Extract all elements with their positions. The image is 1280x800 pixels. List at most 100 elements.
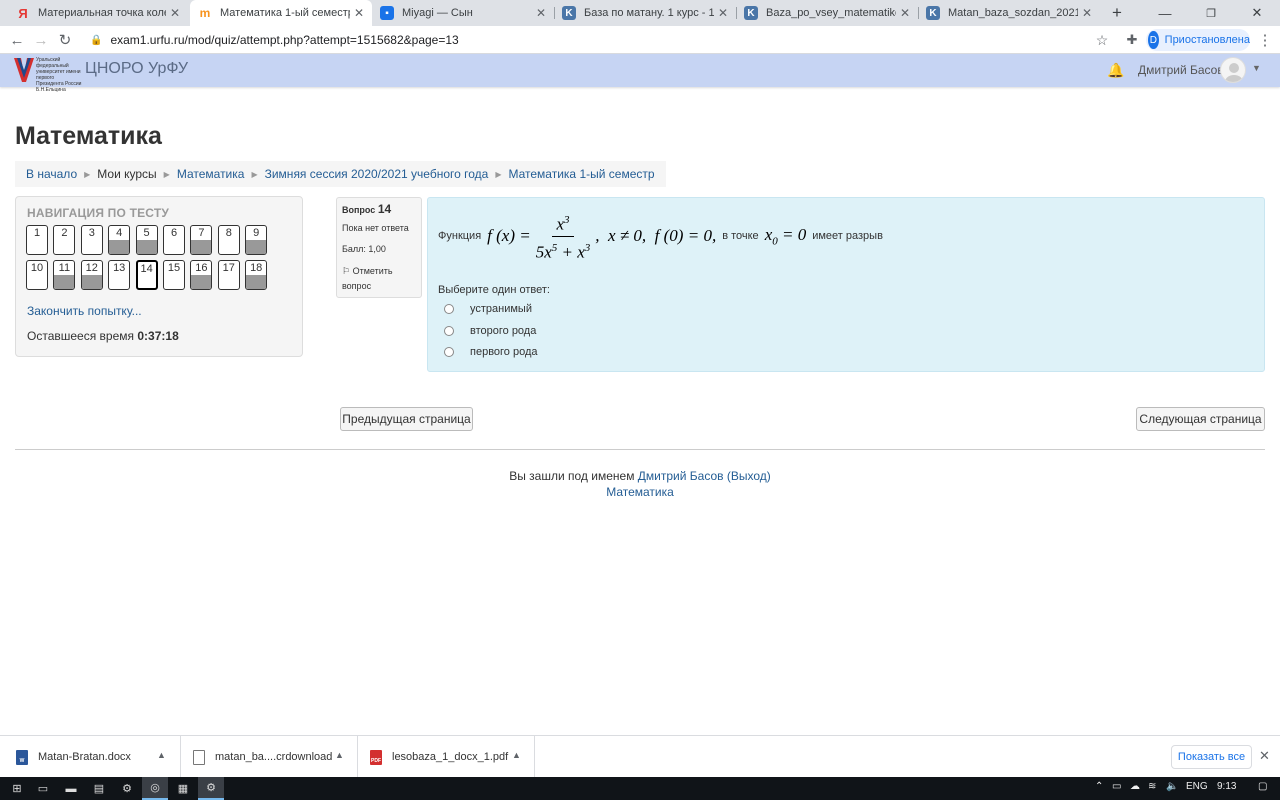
breadcrumb-quiz[interactable]: Математика 1-ый семестр	[508, 167, 654, 181]
question-nav-button[interactable]: 4	[108, 225, 131, 255]
close-icon[interactable]: ✕	[718, 6, 728, 20]
onedrive-icon[interactable]: ☁	[1130, 781, 1140, 792]
star-icon[interactable]: ☆	[1091, 30, 1113, 50]
breadcrumb-course[interactable]: Математика	[177, 167, 245, 181]
extensions-icon[interactable]: ✚	[1121, 30, 1143, 50]
browser-tab-active[interactable]: m Математика 1-ый семестр ✕	[190, 0, 372, 26]
minimize-icon[interactable]: —	[1142, 0, 1188, 26]
question-nav-button[interactable]: 17	[217, 260, 240, 290]
fraction-numerator: x3	[552, 209, 574, 237]
answer-option[interactable]: устранимый	[444, 303, 532, 315]
close-icon[interactable]: ✕	[900, 6, 910, 20]
browser-tab[interactable]: Я Материальная точка колеблется ✕	[8, 0, 188, 26]
question-nav-button[interactable]: 13	[108, 260, 131, 290]
display-icon[interactable]: ▭	[30, 777, 56, 800]
question-nav-button[interactable]: 7	[190, 225, 213, 255]
question-nav-number: 18	[250, 262, 263, 274]
question-nav-button[interactable]: 15	[163, 260, 185, 290]
close-icon[interactable]: ✕	[170, 6, 180, 20]
chevron-up-icon[interactable]: ▲	[335, 750, 344, 760]
chevron-up-icon[interactable]: ▲	[512, 750, 521, 760]
restore-icon[interactable]: ❐	[1188, 0, 1234, 26]
finish-attempt-link[interactable]: Закончить попытку...	[27, 304, 142, 318]
steam-icon[interactable]: ⚙	[114, 777, 140, 800]
footer-user-link[interactable]: Дмитрий Басов	[638, 469, 724, 483]
back-arrow-icon[interactable]: ←	[6, 30, 28, 50]
question-nav-button[interactable]: 18	[245, 260, 268, 290]
url-field[interactable]: 🔒 exam1.urfu.ru/mod/quiz/attempt.php?att…	[82, 28, 1116, 52]
previous-page-button[interactable]: Предыдущая страница	[340, 407, 473, 431]
answer-option[interactable]: второго рода	[444, 325, 536, 337]
chevron-up-icon[interactable]: ▲	[157, 750, 166, 760]
tab-title: Miyagi — Сын	[402, 7, 473, 19]
chevron-up-icon[interactable]: ⌃	[1095, 781, 1103, 792]
next-page-button[interactable]: Следующая страница	[1136, 407, 1265, 431]
answered-indicator	[136, 240, 157, 254]
question-nav-button[interactable]: 8	[217, 225, 240, 255]
chrome-icon[interactable]: ◎	[142, 777, 168, 800]
wifi-icon[interactable]: ≋	[1148, 781, 1156, 792]
steam-app-icon[interactable]: ⚙	[198, 777, 224, 800]
close-icon[interactable]: ✕	[1259, 748, 1270, 764]
question-nav-button[interactable]: 10	[26, 260, 48, 290]
answer-label[interactable]: второго рода	[470, 325, 536, 337]
document-icon[interactable]: ▦	[170, 777, 196, 800]
chevron-down-icon[interactable]: ▼	[1252, 63, 1261, 73]
question-nav-button[interactable]: 9	[245, 225, 268, 255]
close-icon[interactable]: ✕	[354, 6, 364, 20]
forward-arrow-icon[interactable]: →	[30, 30, 52, 50]
answer-option[interactable]: первого рода	[444, 346, 538, 358]
start-icon[interactable]: ⊞	[4, 777, 30, 800]
avatar[interactable]	[1220, 57, 1246, 83]
volume-icon[interactable]: 🔈	[1166, 781, 1178, 792]
close-icon[interactable]: ✕	[536, 6, 546, 20]
bell-icon[interactable]: 🔔	[1107, 62, 1124, 79]
browser-tab[interactable]: ▪ Miyagi — Сын ✕	[372, 0, 554, 26]
profile-button[interactable]: D Приостановлена	[1146, 29, 1250, 51]
close-icon[interactable]: ✕	[1082, 6, 1092, 20]
radio-button[interactable]	[444, 326, 454, 336]
question-nav-button[interactable]: 14	[135, 260, 158, 290]
question-nav-button[interactable]: 3	[80, 225, 103, 255]
download-item[interactable]: PDF lesobaza_1_docx_1.pdf	[370, 736, 508, 778]
question-nav-button[interactable]: 11	[53, 260, 76, 290]
browser-tab[interactable]: K Baza_po_vsey_matematike_1.doc ✕	[736, 0, 918, 26]
login-info-text: Вы зашли под именем	[509, 469, 635, 483]
menu-dots-icon[interactable]: ⋮	[1254, 30, 1276, 50]
download-item[interactable]: W Matan-Bratan.docx	[16, 736, 131, 778]
browser-tab[interactable]: K База по матану. 1 курс - 1 семе ✕	[554, 0, 736, 26]
show-all-downloads-button[interactable]: Показать все	[1171, 745, 1252, 769]
answer-label[interactable]: первого рода	[470, 346, 538, 358]
new-tab-button[interactable]: +	[1104, 0, 1130, 26]
notifications-icon[interactable]: ▢	[1258, 781, 1267, 792]
urfu-logo-icon[interactable]	[14, 56, 34, 84]
clock[interactable]: 9:13	[1217, 781, 1236, 792]
question-nav-button[interactable]: 6	[163, 225, 185, 255]
keyboard-language[interactable]: ENG	[1186, 781, 1208, 792]
breadcrumb-home[interactable]: В начало	[26, 167, 77, 181]
user-name[interactable]: Дмитрий Басов	[1138, 63, 1224, 77]
point-sub: 0	[772, 235, 778, 248]
download-item[interactable]: matan_ba....crdownload	[193, 736, 332, 778]
breadcrumb-session[interactable]: Зимняя сессия 2020/2021 учебного года	[265, 167, 489, 181]
radio-button[interactable]	[444, 304, 454, 314]
question-nav-button[interactable]: 1	[26, 225, 48, 255]
site-name[interactable]: ЦНОРО УрФУ	[85, 60, 188, 78]
download-filename: matan_ba....crdownload	[215, 751, 333, 763]
close-window-icon[interactable]: ✕	[1234, 0, 1280, 26]
reload-icon[interactable]: ↻	[54, 30, 76, 50]
question-nav-button[interactable]: 5	[135, 225, 158, 255]
files-icon[interactable]: ▤	[86, 777, 112, 800]
logout-link[interactable]: (Выход)	[727, 469, 771, 483]
question-nav-button[interactable]: 16	[190, 260, 213, 290]
network-icon[interactable]: ▭	[1112, 781, 1121, 792]
flag-question-button[interactable]: ⚐ Отметить вопрос	[342, 264, 416, 294]
browser-tab[interactable]: K Matan_baza_sozdan_2021_ntk (1) ✕	[918, 0, 1100, 26]
question-nav-button[interactable]: 2	[53, 225, 76, 255]
answer-label[interactable]: устранимый	[470, 303, 532, 315]
monitor-icon[interactable]: ▬	[58, 777, 84, 800]
tab-title: Matan_baza_sozdan_2021_ntk (1)	[948, 7, 1078, 19]
question-nav-button[interactable]: 12	[80, 260, 103, 290]
radio-button[interactable]	[444, 347, 454, 357]
footer-course-link[interactable]: Математика	[606, 485, 674, 499]
